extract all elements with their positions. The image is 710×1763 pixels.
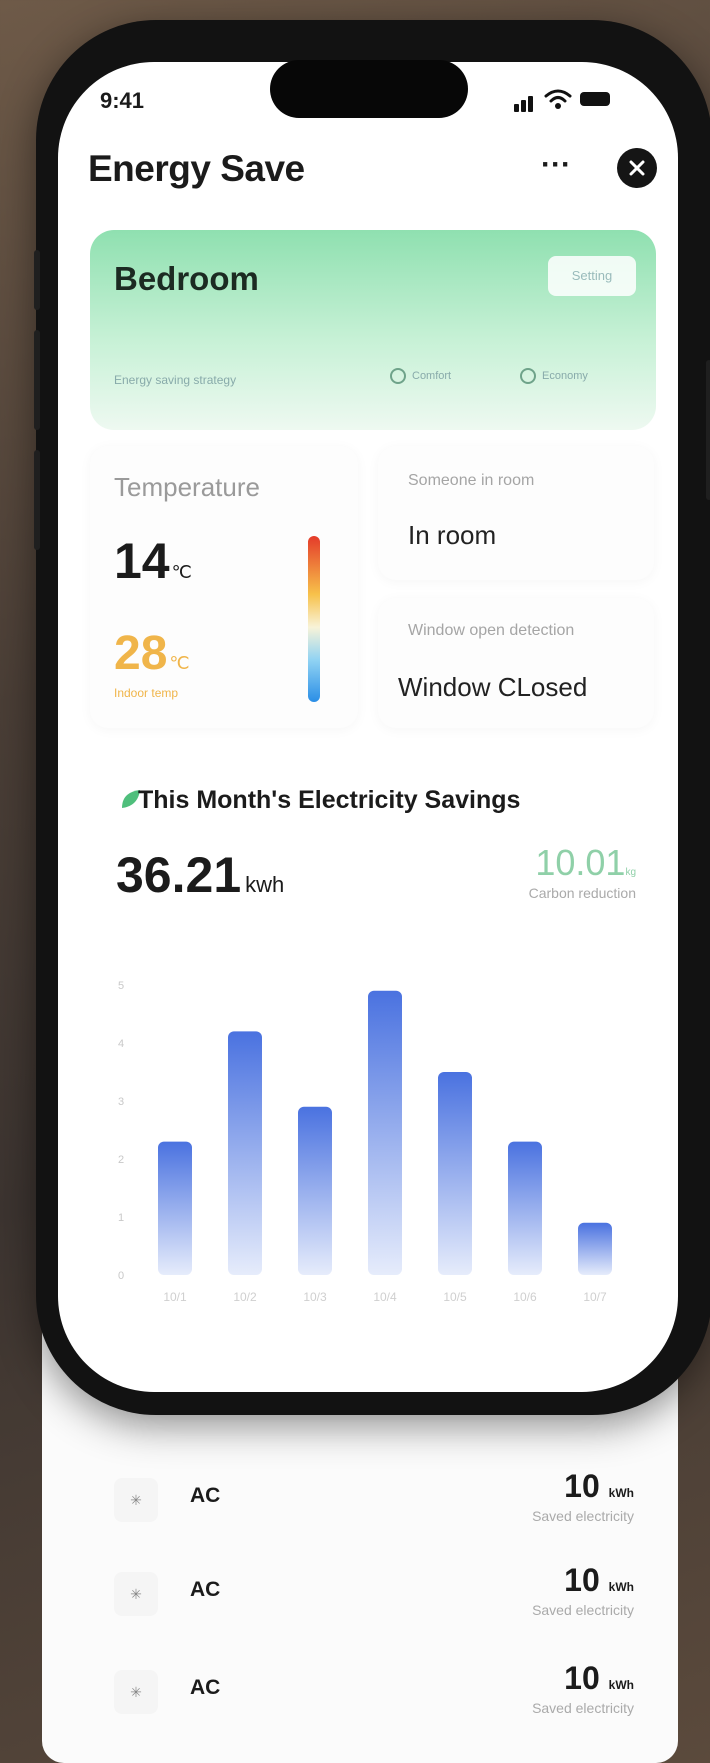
strategy-label: Energy saving strategy [114, 373, 237, 387]
device-value: 10 kWh [564, 1562, 634, 1598]
x-tick-label: 10/4 [373, 1290, 397, 1304]
status-time: 9:41 [100, 88, 145, 113]
x-tick-label: 10/1 [163, 1290, 187, 1304]
room-name: Bedroom [114, 260, 259, 297]
ac-icon: ✳ [114, 1670, 158, 1714]
y-tick-label: 5 [118, 980, 124, 992]
temperature-card: Temperature 14 ℃ 28 ℃ Indoor temp [90, 446, 358, 728]
y-tick-label: 4 [118, 1038, 124, 1050]
device-label: Saved electricity [532, 1508, 634, 1524]
close-button[interactable] [617, 148, 657, 188]
current-temperature: 14 ℃ [114, 533, 192, 589]
more-button[interactable]: ··· [536, 150, 576, 186]
presence-label: Someone in room [408, 472, 535, 489]
phone-button [34, 450, 40, 550]
presence-value: In room [408, 520, 497, 550]
chart-bar[interactable] [158, 1141, 192, 1275]
ac-icon: ✳ [114, 1478, 158, 1522]
phone-button [34, 250, 40, 310]
bar-chart: 0 1 2 3 4 5 10/1 10/2 10/3 10/4 10/5 10/6 10/7 [118, 980, 612, 1304]
device-name: AC [190, 1578, 221, 1601]
x-tick-label: 10/7 [583, 1290, 607, 1304]
device-label: Saved electricity [532, 1602, 634, 1618]
device-name: AC [190, 1484, 221, 1507]
chart-bar[interactable] [228, 1031, 262, 1275]
window-label: Window open detection [408, 622, 575, 639]
status-icons [512, 88, 622, 112]
savings-value: 36.21 kwh [116, 847, 285, 903]
strategy-option-label: Economy [542, 370, 588, 382]
phone-button [706, 360, 710, 500]
y-tick-label: 1 [118, 1212, 124, 1224]
close-icon [629, 160, 645, 176]
temperature-label: Temperature [114, 472, 260, 502]
presence-card: Someone in room In room [378, 446, 654, 580]
carbon-label: Carbon reduction [528, 885, 636, 901]
setpoint-label: Indoor temp [114, 686, 179, 700]
y-tick-label: 0 [118, 1270, 124, 1282]
savings-title: This Month's Electricity Savings [138, 786, 521, 814]
device-label: Saved electricity [532, 1700, 634, 1716]
x-tick-label: 10/6 [513, 1290, 537, 1304]
thermometer-gauge [308, 536, 320, 702]
dynamic-island [270, 60, 468, 118]
window-card: Window open detection Window CLosed [378, 598, 654, 728]
y-tick-label: 2 [118, 1154, 124, 1166]
radio-icon [520, 368, 536, 384]
room-card: Bedroom Setting Energy saving strategy C… [90, 230, 656, 430]
strategy-option[interactable]: Economy [520, 368, 588, 384]
phone-button [34, 330, 40, 430]
ac-icon: ✳ [114, 1572, 158, 1616]
chart-bar[interactable] [368, 990, 402, 1275]
wifi-icon [544, 89, 572, 109]
chart-bar[interactable] [298, 1106, 332, 1275]
y-tick-label: 3 [118, 1096, 124, 1108]
device-value: 10 kWh [564, 1660, 634, 1696]
setpoint-temperature: 28 ℃ [114, 627, 190, 680]
x-tick-label: 10/2 [233, 1290, 257, 1304]
list-item[interactable]: ✳ AC 10 kWh Saved electricity [114, 1468, 634, 1538]
device-value: 10 kWh [564, 1468, 634, 1504]
carbon-value: 10.01kg [535, 842, 636, 883]
list-item[interactable]: ✳ AC 10 kWh Saved electricity [114, 1660, 634, 1730]
strategy-option-label: Comfort [412, 370, 452, 382]
battery-icon [580, 92, 610, 106]
x-tick-label: 10/5 [443, 1290, 467, 1304]
page-title: Energy Save [88, 148, 305, 189]
strategy-option[interactable]: Comfort [390, 368, 451, 384]
x-tick-label: 10/3 [303, 1290, 327, 1304]
chart-bar[interactable] [508, 1141, 542, 1275]
setting-button[interactable]: Setting [548, 256, 636, 296]
radio-icon [390, 368, 406, 384]
list-item[interactable]: ✳ AC 10 kWh Saved electricity [114, 1562, 634, 1632]
device-name: AC [190, 1676, 221, 1699]
chart-bar[interactable] [438, 1072, 472, 1275]
savings-chart: 0 1 2 3 4 5 10/1 10/2 10/3 10/4 10/5 10/6 10/7 [100, 975, 640, 1315]
window-value: Window CLosed [398, 672, 588, 702]
chart-bar[interactable] [578, 1222, 612, 1275]
